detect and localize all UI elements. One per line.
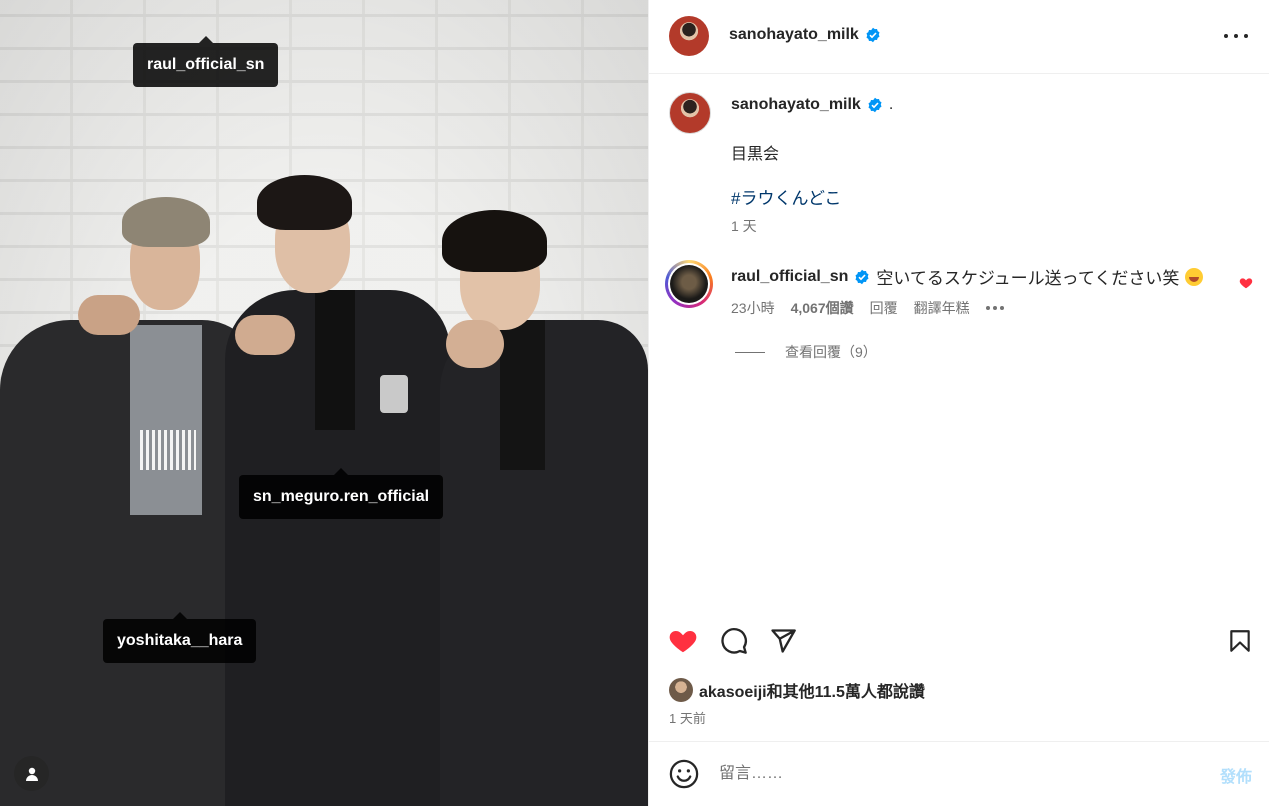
comment-meta: 23小時 4,067個讚 回覆 翻譯年糕 — [731, 298, 1004, 318]
user-icon — [25, 767, 38, 781]
verified-badge-icon — [855, 269, 869, 284]
grinning-squinting-face-emoji — [1185, 267, 1204, 286]
comment-more-icon[interactable] — [985, 306, 1004, 310]
likes-summary[interactable]: akasoeiji和其他11.5萬人都說讚 — [669, 678, 925, 702]
add-comment-bar: 發佈 — [649, 742, 1269, 806]
comment-time[interactable]: 23小時 — [731, 298, 775, 318]
post-time[interactable]: 1 天前 — [669, 708, 706, 727]
post-photo[interactable]: raul_official_sn sn_meguro.ren_official … — [0, 0, 648, 806]
comment-likes[interactable]: 4,067個讚 — [791, 298, 854, 318]
caption-suffix: . — [888, 96, 894, 113]
author-username-row[interactable]: sanohayato_milk — [729, 26, 881, 44]
share-button[interactable] — [767, 625, 799, 657]
like-button[interactable] — [667, 625, 699, 657]
comment-text: 空いてるスケジュール送ってください笑 — [876, 269, 1180, 288]
caption-hashtag[interactable]: #ラウくんどこ — [731, 184, 841, 209]
comment-button[interactable] — [718, 625, 750, 657]
view-replies-button[interactable]: 查看回覆（9） — [735, 342, 877, 362]
post-side-panel: sanohayato_milk sanohayato_milk . 目黒会 #ラ… — [648, 0, 1269, 806]
photo-tag-raul[interactable]: raul_official_sn — [133, 36, 279, 87]
photo-tag-hara[interactable]: yoshitaka__hara — [103, 612, 257, 663]
caption-username[interactable]: sanohayato_milk — [731, 96, 861, 114]
post-comment-button[interactable]: 發佈 — [1220, 763, 1252, 787]
comment-input[interactable] — [719, 760, 1179, 788]
caption-time[interactable]: 1 天 — [731, 216, 757, 236]
more-options-icon[interactable] — [1224, 26, 1248, 46]
comment-username[interactable]: raul_official_sn — [731, 268, 848, 286]
likes-text: akasoeiji和其他11.5萬人都說讚 — [699, 684, 925, 701]
bookmark-icon — [1230, 630, 1250, 652]
comment-author-avatar[interactable] — [665, 260, 713, 308]
share-icon — [771, 629, 796, 653]
liker-avatar[interactable] — [669, 678, 693, 702]
view-replies-label: 查看回覆（9） — [785, 344, 877, 360]
comment-translate-button[interactable]: 翻譯年糕 — [914, 298, 970, 318]
comment-reply-button[interactable]: 回覆 — [870, 298, 898, 318]
comment-icon — [721, 628, 747, 654]
person-right — [430, 210, 648, 806]
heart-filled-icon — [669, 631, 697, 653]
comment-body: raul_official_sn 空いてるスケジュール送ってください笑 — [731, 264, 1204, 289]
author-avatar[interactable] — [669, 16, 709, 56]
comment-like-heart-icon[interactable] — [1239, 276, 1253, 290]
verified-badge-icon — [866, 27, 880, 43]
save-button[interactable] — [1224, 625, 1256, 657]
emoji-picker-icon[interactable] — [669, 759, 699, 789]
caption-username-row: sanohayato_milk . — [731, 96, 893, 114]
caption-text: 目黒会 — [731, 146, 780, 163]
verified-badge-icon — [868, 97, 882, 113]
caption-author-avatar[interactable] — [669, 92, 711, 134]
photo-tag-meguro[interactable]: sn_meguro.ren_official — [239, 468, 444, 519]
replies-divider — [735, 351, 765, 353]
show-tags-button[interactable] — [14, 756, 49, 791]
author-username[interactable]: sanohayato_milk — [729, 26, 859, 44]
post-header: sanohayato_milk — [649, 0, 1269, 74]
